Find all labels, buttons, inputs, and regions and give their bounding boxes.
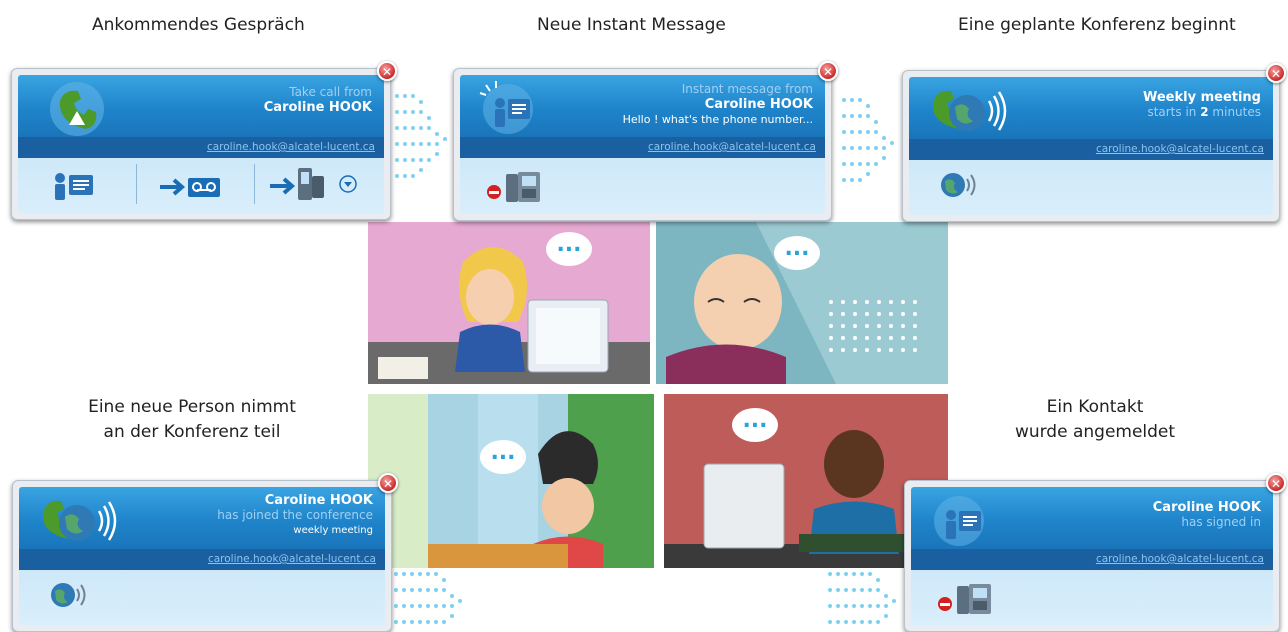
- conference-globe-icon: [932, 90, 1007, 131]
- meeting-title: Weekly meeting: [1142, 90, 1261, 105]
- im-action-bar: [460, 158, 825, 213]
- joined-text: Caroline HOOK has joined the conference …: [217, 493, 373, 538]
- transfer-phone-icon[interactable]: [268, 166, 326, 202]
- notification-body: Take call from Caroline HOOK caroline.ho…: [18, 75, 384, 213]
- speech-bubble: ...: [480, 440, 526, 474]
- close-button[interactable]: ✕: [1266, 473, 1286, 493]
- contact-email-link[interactable]: caroline.hook@alcatel-lucent.ca: [911, 549, 1273, 570]
- organizer-email-link[interactable]: caroline.hook@alcatel-lucent.ca: [909, 139, 1273, 160]
- im-line1: Instant message from: [681, 82, 813, 96]
- dotted-arrow-call-to-im: [395, 94, 447, 178]
- sender-name: Caroline HOOK: [704, 97, 813, 112]
- phone-handset-icon[interactable]: [46, 81, 108, 137]
- join-conference-icon[interactable]: [939, 169, 979, 201]
- im-icon: [479, 81, 533, 134]
- close-button[interactable]: ✕: [818, 61, 838, 81]
- dropdown-icon[interactable]: [338, 174, 358, 194]
- scene-blonde-woman: ...: [368, 222, 650, 384]
- close-button[interactable]: ✕: [377, 61, 397, 81]
- caption-person-joins: Eine neue Person nimmt an der Konferenz …: [64, 395, 320, 445]
- notification-body: Weekly meeting starts in 2 minutes carol…: [909, 77, 1273, 215]
- reject-icon[interactable]: [486, 184, 502, 200]
- dotted-arrow-scene-to-signed: [828, 572, 896, 624]
- call-text: Take call from Caroline HOOK: [264, 85, 372, 115]
- meeting-start-time: starts in 2 minutes: [1143, 105, 1261, 120]
- call-action-bar: [18, 158, 384, 213]
- scene-woman-phone: ...: [368, 394, 654, 568]
- notification-header: Weekly meeting starts in 2 minutes: [909, 77, 1273, 139]
- notification-header: Caroline HOOK has signed in: [911, 487, 1273, 549]
- desk-phone-icon[interactable]: [504, 170, 544, 204]
- speech-bubble: ...: [546, 232, 592, 266]
- notification-body: Caroline HOOK has signed in caroline.hoo…: [911, 487, 1273, 625]
- desk-phone-icon[interactable]: [955, 582, 995, 616]
- caption-contact-signed: Ein Kontakt wurde angemeldet: [1000, 395, 1190, 445]
- participant-name: Caroline HOOK: [264, 493, 373, 508]
- woman-phone-illustration: [368, 394, 654, 568]
- notification-instant-message: Instant message from Caroline HOOK Hello…: [453, 61, 838, 221]
- notification-contact-signed-in: Caroline HOOK has signed in caroline.hoo…: [904, 473, 1286, 632]
- call-line1: Take call from: [289, 85, 372, 99]
- minutes-count: 2: [1200, 105, 1209, 119]
- signed-action-bar: [911, 570, 1273, 625]
- notification-header: Instant message from Caroline HOOK Hello…: [460, 75, 825, 137]
- dotted-arrow-scene-to-joined: [394, 572, 462, 624]
- caption-person-joins-line1: Eine neue Person nimmt: [88, 397, 296, 417]
- caption-new-im: Neue Instant Message: [537, 15, 726, 35]
- im-icon: [934, 496, 984, 546]
- minutes-suffix: minutes: [1212, 105, 1261, 119]
- contact-name: Caroline HOOK: [1152, 500, 1261, 515]
- close-button[interactable]: ✕: [1266, 63, 1286, 83]
- join-conference-icon[interactable]: [49, 579, 89, 611]
- conference-globe-icon: [42, 500, 117, 541]
- caption-person-joins-line2: an der Konferenz teil: [103, 422, 281, 442]
- conference-name: weekly meeting: [293, 525, 373, 536]
- caller-email-link[interactable]: caroline.hook@alcatel-lucent.ca: [18, 137, 384, 158]
- voicemail-icon[interactable]: [158, 174, 222, 200]
- speech-bubble: ...: [732, 408, 778, 442]
- divider: [254, 164, 255, 204]
- meeting-text: Weekly meeting starts in 2 minutes: [1143, 90, 1261, 120]
- caller-name: Caroline HOOK: [263, 100, 372, 115]
- scene-old-man: ...: [656, 222, 948, 384]
- notification-incoming-call: Take call from Caroline HOOK caroline.ho…: [11, 61, 397, 220]
- divider: [136, 164, 137, 204]
- notification-body: Caroline HOOK has joined the conference …: [19, 487, 385, 625]
- notification-person-joined: Caroline HOOK has joined the conference …: [12, 473, 398, 632]
- starts-prefix: starts in: [1147, 105, 1197, 119]
- notification-header: Take call from Caroline HOOK: [18, 75, 384, 137]
- participant-email-link[interactable]: caroline.hook@alcatel-lucent.ca: [19, 549, 385, 570]
- signed-status: has signed in: [1181, 515, 1261, 529]
- close-button[interactable]: ✕: [378, 473, 398, 493]
- caption-incoming-call: Ankommendes Gespräch: [92, 15, 305, 35]
- im-text: Instant message from Caroline HOOK Hello…: [623, 82, 813, 127]
- joined-status: has joined the conference: [217, 508, 373, 522]
- im-icon[interactable]: [52, 172, 96, 202]
- notification-body: Instant message from Caroline HOOK Hello…: [460, 75, 825, 214]
- caption-conference-start: Eine geplante Konferenz beginnt: [958, 15, 1236, 35]
- notification-header: Caroline HOOK has joined the conference …: [19, 487, 385, 549]
- speech-bubble: ...: [774, 236, 820, 270]
- caption-contact-signed-line2: wurde angemeldet: [1014, 422, 1176, 442]
- caption-contact-signed-line1: Ein Kontakt: [1046, 397, 1144, 417]
- notification-meeting-start: Weekly meeting starts in 2 minutes carol…: [902, 63, 1286, 222]
- blonde-woman-illustration: [368, 222, 650, 384]
- sender-email-link[interactable]: caroline.hook@alcatel-lucent.ca: [460, 137, 825, 158]
- signed-text: Caroline HOOK has signed in: [1153, 500, 1261, 530]
- dotted-arrow-im-to-meeting: [842, 98, 894, 182]
- reject-icon[interactable]: [937, 596, 953, 612]
- im-message-preview: Hello ! what's the phone number...: [622, 113, 813, 126]
